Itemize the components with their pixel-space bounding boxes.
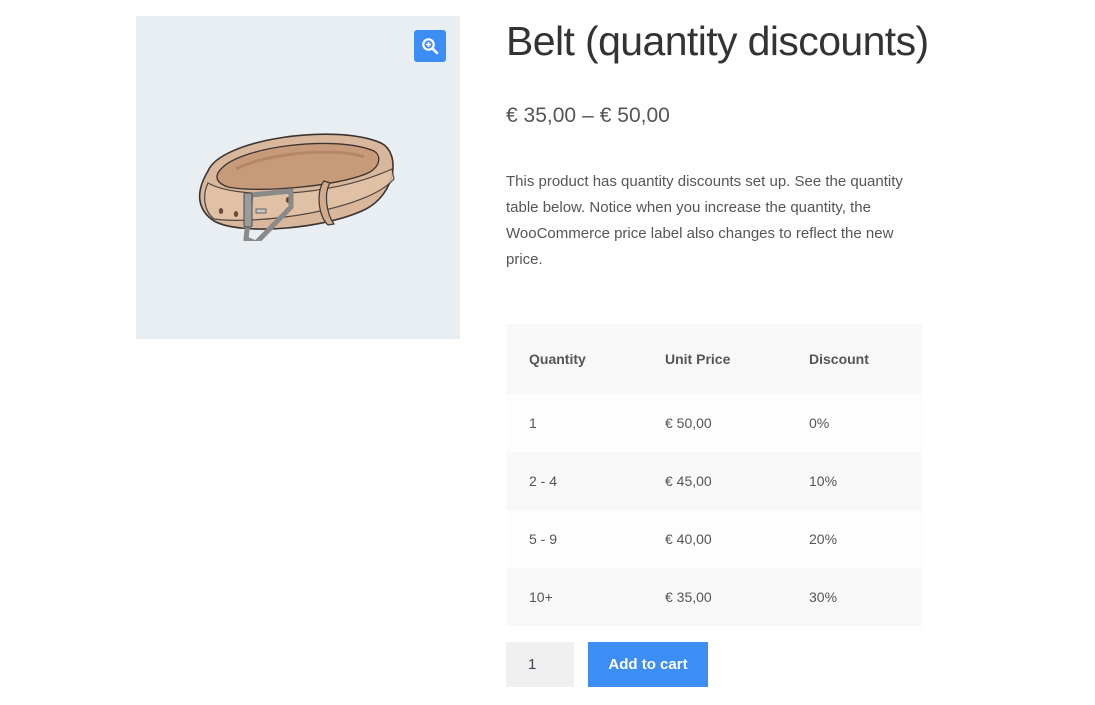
price-max: € 50,00 bbox=[599, 104, 670, 127]
header-unit-price: Unit Price bbox=[642, 324, 786, 394]
table-row: 5 - 9 € 40,00 20% bbox=[506, 510, 922, 568]
cell-quantity: 5 - 9 bbox=[506, 510, 642, 568]
product-title: Belt (quantity discounts) bbox=[506, 18, 929, 64]
header-quantity: Quantity bbox=[506, 324, 642, 394]
cell-discount: 20% bbox=[786, 510, 922, 568]
price-min: € 35,00 bbox=[506, 104, 577, 127]
cell-discount: 30% bbox=[786, 568, 922, 626]
table-row: 1 € 50,00 0% bbox=[506, 394, 922, 452]
table-row: 10+ € 35,00 30% bbox=[506, 568, 922, 626]
cell-discount: 10% bbox=[786, 452, 922, 510]
product-image[interactable] bbox=[196, 121, 401, 241]
zoom-button[interactable] bbox=[414, 30, 446, 62]
quantity-discount-table: Quantity Unit Price Discount 1 € 50,00 0… bbox=[506, 324, 922, 626]
product-price: € 35,00– € 50,00 bbox=[506, 104, 670, 128]
zoom-in-icon bbox=[422, 38, 439, 55]
cell-unit-price: € 40,00 bbox=[642, 510, 786, 568]
cell-unit-price: € 35,00 bbox=[642, 568, 786, 626]
cell-quantity: 10+ bbox=[506, 568, 642, 626]
add-to-cart-button[interactable]: Add to cart bbox=[588, 642, 708, 687]
table-row: 2 - 4 € 45,00 10% bbox=[506, 452, 922, 510]
cell-quantity: 1 bbox=[506, 394, 642, 452]
cell-discount: 0% bbox=[786, 394, 922, 452]
table-header-row: Quantity Unit Price Discount bbox=[506, 324, 922, 394]
product-description: This product has quantity discounts set … bbox=[506, 173, 903, 268]
product-gallery bbox=[136, 16, 460, 339]
cell-unit-price: € 45,00 bbox=[642, 452, 786, 510]
quantity-input[interactable] bbox=[506, 642, 574, 687]
price-separator: – bbox=[582, 104, 594, 127]
cell-quantity: 2 - 4 bbox=[506, 452, 642, 510]
header-discount: Discount bbox=[786, 324, 922, 394]
cell-unit-price: € 50,00 bbox=[642, 394, 786, 452]
